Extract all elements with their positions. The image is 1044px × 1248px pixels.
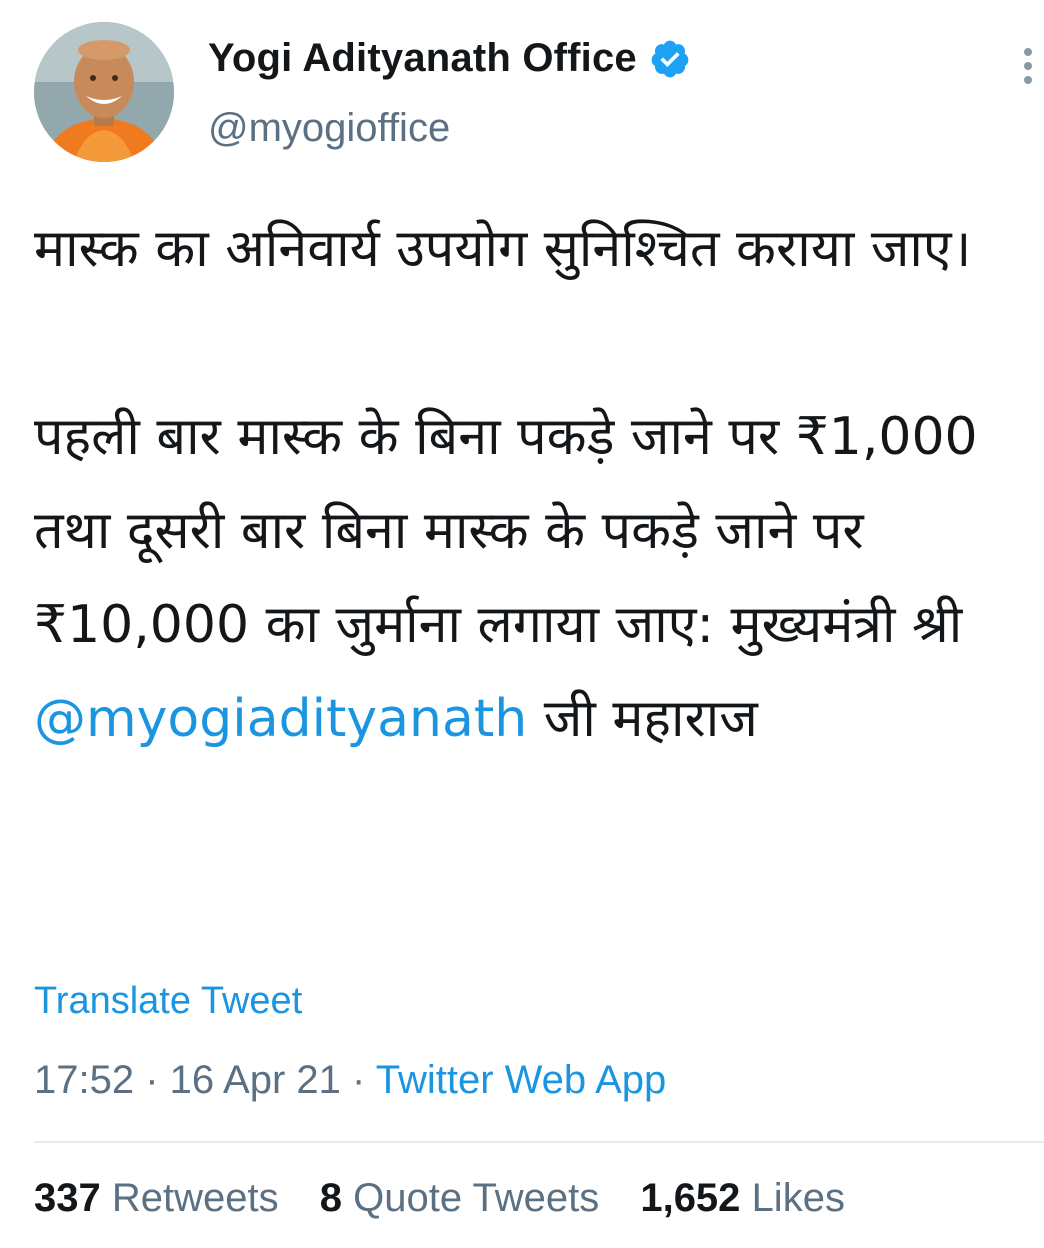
quote-tweets-label: Quote Tweets [353,1176,600,1220]
translate-tweet-link[interactable]: Translate Tweet [34,980,302,1023]
tweet-text-tail: जी महाराज [527,689,758,749]
verified-badge-icon [649,38,691,80]
author-name-row[interactable]: Yogi Adityanath Office [208,36,691,81]
retweets-count: 337 [34,1176,101,1220]
avatar-image [34,22,174,162]
quote-tweets-stat[interactable]: 8 Quote Tweets [320,1176,599,1220]
author-handle[interactable]: @myogioffice [208,106,450,151]
quote-tweets-count: 8 [319,1176,342,1220]
tweet-meta: 17:52 · 16 Apr 21 · Twitter Web App [34,1058,666,1103]
divider [34,1141,1044,1143]
meta-separator: · [134,1058,170,1102]
tweet-text-body: मास्क का अनिवार्य उपयोग सुनिश्चित कराया … [34,219,978,655]
tweet-text: मास्क का अनिवार्य उपयोग सुनिश्चित कराया … [34,202,1029,766]
mention-link[interactable]: @myogiadityanath [34,689,527,749]
tweet-time[interactable]: 17:52 [34,1058,134,1102]
tweet-source-link[interactable]: Twitter Web App [376,1058,667,1102]
author-avatar[interactable] [34,22,174,162]
likes-stat[interactable]: 1,652 Likes [640,1176,845,1220]
more-options-icon[interactable] [1014,44,1042,88]
tweet-stats: 337 Retweets 8 Quote Tweets 1,652 Likes [34,1176,875,1221]
retweets-label: Retweets [111,1176,279,1220]
meta-separator: · [340,1058,376,1102]
likes-label: Likes [751,1176,845,1220]
author-display-name[interactable]: Yogi Adityanath Office [208,36,637,81]
retweets-stat[interactable]: 337 Retweets [34,1176,279,1220]
tweet-header: Yogi Adityanath Office @myogioffice [34,22,1032,162]
tweet-date[interactable]: 16 Apr 21 [170,1058,341,1102]
likes-count: 1,652 [640,1176,741,1220]
